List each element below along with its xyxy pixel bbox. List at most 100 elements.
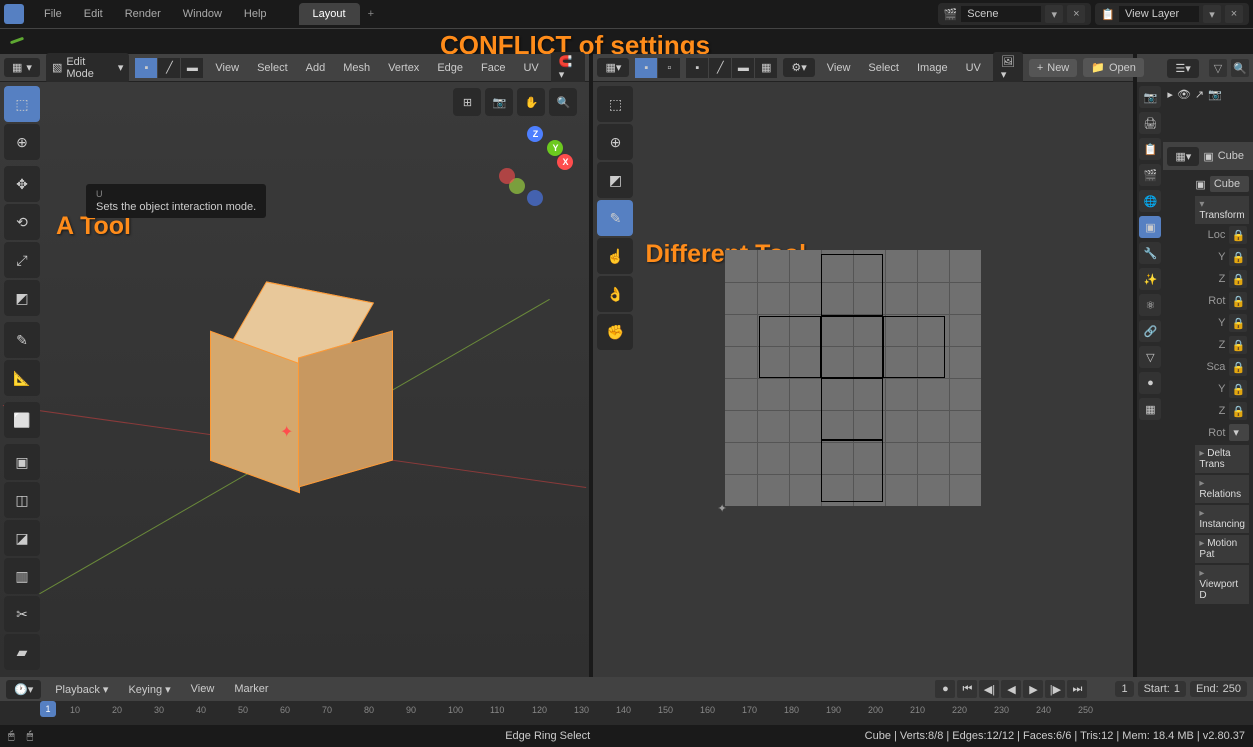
- props-tab-viewlayer[interactable]: 📋: [1139, 138, 1161, 160]
- viewport-menu-edge[interactable]: Edge: [431, 59, 469, 77]
- viewlayer-delete-icon[interactable]: ×: [1225, 5, 1243, 23]
- overlay-pan-button[interactable]: ✋: [517, 88, 545, 116]
- menu-render[interactable]: Render: [115, 4, 171, 24]
- uv-tool-pinch[interactable]: 👌: [597, 276, 633, 312]
- outliner-tree[interactable]: ▸ 👁 ↗ 📷: [1163, 82, 1253, 142]
- viewport-menu-uv[interactable]: UV: [517, 59, 544, 77]
- props-tab-modifiers[interactable]: 🔧: [1139, 242, 1161, 264]
- viewport-menu-mesh[interactable]: Mesh: [337, 59, 376, 77]
- workspace-tab-layout[interactable]: Layout: [299, 3, 360, 25]
- menu-edit[interactable]: Edit: [74, 4, 113, 24]
- viewport-menu-view[interactable]: View: [209, 59, 245, 77]
- uv-menu-select[interactable]: Select: [862, 59, 905, 77]
- timeline-marker-menu[interactable]: Marker: [228, 680, 274, 698]
- scene-delete-icon[interactable]: ×: [1067, 5, 1085, 23]
- uv-tool-cursor[interactable]: ⊕: [597, 124, 633, 160]
- mesh-cube[interactable]: [210, 292, 380, 492]
- viewport-menu-add[interactable]: Add: [300, 59, 332, 77]
- overlay-camera-button[interactable]: 📷: [485, 88, 513, 116]
- tool-polybuild[interactable]: ▰: [4, 634, 40, 670]
- panel-viewport[interactable]: Viewport D: [1195, 565, 1249, 604]
- props-tab-physics[interactable]: ⚛: [1139, 294, 1161, 316]
- start-frame-input[interactable]: Start:1: [1138, 681, 1186, 697]
- blender-logo-icon[interactable]: [4, 4, 24, 24]
- lock-icon[interactable]: 🔒: [1229, 226, 1247, 244]
- editor-type-dropdown[interactable]: ▦▾: [4, 58, 40, 77]
- disclosure-icon[interactable]: ▸: [1167, 88, 1173, 101]
- keyframe-next-button[interactable]: |▶: [1045, 680, 1065, 698]
- gizmo-z-axis[interactable]: Z: [527, 126, 543, 142]
- props-tab-particles[interactable]: ✨: [1139, 268, 1161, 290]
- viewport-menu-select[interactable]: Select: [251, 59, 294, 77]
- props-tab-world[interactable]: 🌐: [1139, 190, 1161, 212]
- tool-move[interactable]: ✥: [4, 166, 40, 202]
- uv-image-selector[interactable]: 🖼▾: [993, 52, 1023, 84]
- panel-instancing[interactable]: Instancing: [1195, 505, 1249, 533]
- keyframe-prev-button[interactable]: ◀|: [979, 680, 999, 698]
- tool-select-box[interactable]: ⬚: [4, 86, 40, 122]
- uv-menu-image[interactable]: Image: [911, 59, 954, 77]
- tool-knife[interactable]: ✂: [4, 596, 40, 632]
- lock-icon[interactable]: 🔒: [1229, 380, 1247, 398]
- mode-selector[interactable]: ▧ Edit Mode ▾: [46, 53, 129, 83]
- props-breadcrumb[interactable]: Cube: [1218, 150, 1244, 162]
- current-frame-input[interactable]: 1: [1115, 681, 1133, 697]
- panel-relations[interactable]: Relations: [1195, 475, 1249, 503]
- uv-menu-view[interactable]: View: [821, 59, 857, 77]
- props-tab-material[interactable]: ●: [1139, 372, 1161, 394]
- arrow-icon[interactable]: ↗: [1195, 88, 1204, 101]
- camera-icon[interactable]: 📷: [1208, 88, 1222, 101]
- uv-tool-annotate[interactable]: ✎: [597, 200, 633, 236]
- props-tab-object[interactable]: ▣: [1139, 216, 1161, 238]
- play-button[interactable]: ▶: [1023, 680, 1043, 698]
- uv-open-button[interactable]: 📁Open: [1083, 58, 1144, 77]
- uv-sync-dropdown[interactable]: ⚙▾: [783, 58, 814, 77]
- props-tab-render[interactable]: 📷: [1139, 86, 1161, 108]
- tool-annotate[interactable]: ✎: [4, 322, 40, 358]
- props-tab-scene[interactable]: 🎬: [1139, 164, 1161, 186]
- outliner-search-icon[interactable]: 🔍: [1231, 59, 1249, 77]
- lock-icon[interactable]: 🔒: [1229, 270, 1247, 288]
- viewlayer-selector[interactable]: 📋 ▾ ×: [1095, 3, 1249, 25]
- tool-rotate[interactable]: ⟲: [4, 204, 40, 240]
- viewport-3d-canvas[interactable]: ⬚ ⊕ ✥ ⟲ ⤢ ◩ ✎ 📐 ⬜ ▣ ◫ ◪ ▥ ✂ ▰ U Sets the…: [0, 82, 589, 677]
- autokey-button[interactable]: ●: [935, 680, 955, 698]
- gizmo-neg-z[interactable]: [527, 190, 543, 206]
- tool-add-cube[interactable]: ⬜: [4, 402, 40, 438]
- outliner-row[interactable]: ▸ 👁 ↗ 📷: [1167, 86, 1249, 103]
- timeline-playback-menu[interactable]: Playback ▾: [49, 680, 114, 699]
- uv-new-button[interactable]: +New: [1029, 59, 1077, 77]
- lock-icon[interactable]: 🔒: [1229, 358, 1247, 376]
- gizmo-x-axis[interactable]: X: [557, 154, 573, 170]
- object-name-field[interactable]: Cube: [1210, 176, 1249, 192]
- viewlayer-browse-icon[interactable]: ▾: [1203, 5, 1221, 23]
- menu-file[interactable]: File: [34, 4, 72, 24]
- edge-select-mode[interactable]: ╱: [158, 58, 180, 78]
- play-reverse-button[interactable]: ◀: [1001, 680, 1021, 698]
- tool-extrude[interactable]: ▣: [4, 444, 40, 480]
- uv-mode-2[interactable]: ▫: [658, 58, 680, 78]
- menu-help[interactable]: Help: [234, 4, 277, 24]
- uv-face-mode[interactable]: ▬: [732, 58, 754, 78]
- overlay-zoom-button[interactable]: 🔍: [549, 88, 577, 116]
- overlay-gizmos-button[interactable]: ⊞: [453, 88, 481, 116]
- rot-mode-dropdown[interactable]: ▾: [1229, 424, 1249, 441]
- tool-inset[interactable]: ◫: [4, 482, 40, 518]
- uv-editor-canvas[interactable]: ⬚ ⊕ ◩ ✎ ☝ 👌 ✊ Different Tool: [593, 82, 1133, 677]
- uv-tool-select[interactable]: ⬚: [597, 86, 633, 122]
- lock-icon[interactable]: 🔒: [1229, 314, 1247, 332]
- uv-tool-grab[interactable]: ☝: [597, 238, 633, 274]
- lock-icon[interactable]: 🔒: [1229, 292, 1247, 310]
- transform-panel-header[interactable]: Transform: [1195, 196, 1249, 224]
- jump-end-button[interactable]: ⏭: [1067, 680, 1087, 698]
- viewlayer-name-input[interactable]: [1119, 6, 1199, 22]
- props-type-dropdown[interactable]: ▦▾: [1167, 147, 1199, 166]
- timeline-ruler[interactable]: 1 10 20 30 40 50 60 70 80 90 100 110 120…: [0, 701, 1253, 725]
- vertex-select-mode[interactable]: ▪: [135, 58, 157, 78]
- lock-icon[interactable]: 🔒: [1229, 402, 1247, 420]
- uv-edge-mode[interactable]: ╱: [709, 58, 731, 78]
- outliner-type-dropdown[interactable]: ☰▾: [1167, 59, 1198, 78]
- uv-tool-transform[interactable]: ◩: [597, 162, 633, 198]
- tool-transform[interactable]: ◩: [4, 280, 40, 316]
- uv-tool-relax[interactable]: ✊: [597, 314, 633, 350]
